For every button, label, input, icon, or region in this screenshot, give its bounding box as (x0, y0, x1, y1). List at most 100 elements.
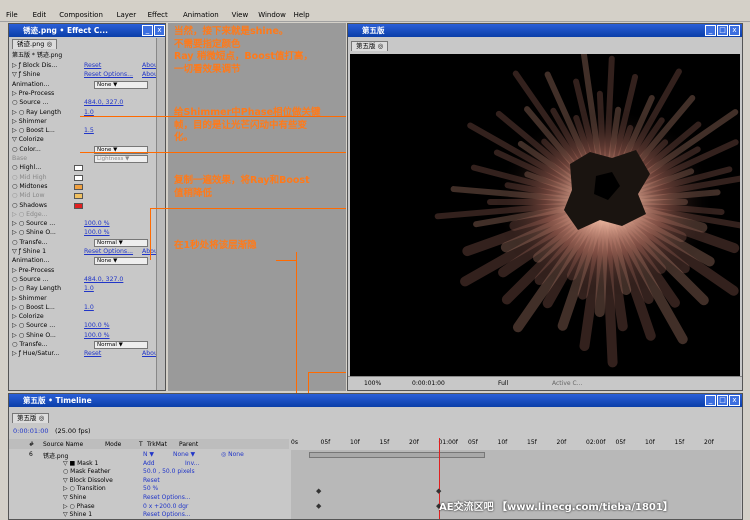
resolution-dropdown[interactable]: Full (498, 380, 508, 387)
effect-row[interactable]: ▷ Colorize (12, 313, 160, 322)
effect-row[interactable]: ○ Source ... 484.0, 327.0 (12, 99, 160, 108)
layer-parent[interactable]: ◎ None (221, 451, 244, 458)
effect-row[interactable]: ▷ ○ Shine O... 100.0 % (12, 229, 160, 238)
camera-dropdown[interactable]: Active C... (552, 380, 582, 387)
effect-row-value[interactable]: 484.0, 327.0 (84, 99, 123, 106)
effect-row[interactable]: ○ Transfe... Normal ▼ (12, 238, 160, 248)
menu-edit[interactable]: Edit (33, 11, 47, 19)
menu-window[interactable]: Window (258, 11, 286, 19)
maximize-button[interactable]: □ (717, 25, 728, 36)
property-value[interactable]: Reset (143, 477, 160, 484)
tab-effect-layer[interactable]: 锈迹.png ◎ (12, 39, 58, 49)
close-button[interactable]: x (729, 25, 740, 36)
minimize-button[interactable]: _ (705, 25, 716, 36)
effect-row[interactable]: ○ Mid High (12, 174, 160, 183)
effect-row[interactable]: ▷ Pre-Process (12, 267, 160, 276)
minimize-button[interactable]: _ (705, 395, 716, 406)
property-value[interactable]: 50.0 , 50.0 pixels (143, 468, 195, 475)
effect-row[interactable]: ○ Highl... (12, 164, 160, 173)
effect-row[interactable]: ▷ ○ Edge... (12, 211, 160, 220)
scrollbar[interactable] (156, 38, 165, 390)
menu-file[interactable]: File (6, 11, 18, 19)
effect-row-value[interactable]: 1.0 (84, 285, 94, 292)
zoom-dropdown[interactable]: 100% (364, 380, 381, 387)
mask-invert[interactable]: Inv... (185, 460, 199, 467)
effect-row-value[interactable]: Reset Options... (84, 71, 133, 78)
effect-row-value[interactable]: 1.0 (84, 109, 94, 116)
effect-row[interactable]: ○ Transfe... Normal ▼ (12, 341, 160, 350)
menu-effect[interactable]: Effect (148, 11, 168, 19)
composition-title[interactable]: 第五版 (348, 24, 742, 37)
maximize-button[interactable]: □ (717, 395, 728, 406)
effect-row-value[interactable]: Reset (84, 62, 101, 69)
effect-row[interactable]: ▷ ƒ Hue/Satur... Reset About (12, 350, 160, 359)
effect-row-value[interactable]: 100.0 % (84, 220, 110, 227)
effect-dropdown[interactable]: None ▼ (94, 80, 148, 89)
menu-help[interactable]: Help (294, 11, 310, 19)
effect-row[interactable]: ○ Color... None ▼ (12, 145, 160, 155)
menu-layer[interactable]: Layer (117, 11, 137, 19)
effect-row-value[interactable]: 100.0 % (84, 229, 110, 236)
effect-row-value[interactable]: Reset Options... (84, 248, 133, 255)
effect-dropdown[interactable]: Normal ▼ (94, 238, 148, 247)
menu-composition[interactable]: Composition (59, 11, 103, 19)
effect-row-value[interactable]: 1.5 (84, 127, 94, 134)
effect-row[interactable]: ▷ ○ Ray Length 1.0 (12, 285, 160, 294)
effect-row-value[interactable]: 1.0 (84, 304, 94, 311)
effect-row[interactable]: ▽ ƒ Shine Reset Options... About (12, 71, 160, 80)
effect-row[interactable]: ▷ ○ Source ... 100.0 % (12, 220, 160, 229)
effect-row[interactable]: ○ Midtones (12, 183, 160, 192)
color-swatch[interactable] (74, 165, 83, 172)
effect-row-value[interactable]: 100.0 % (84, 332, 110, 339)
property-value[interactable]: 0 x +200.0 dgr (143, 503, 188, 510)
keyframe-icon[interactable]: ◆ (316, 502, 321, 510)
timeline-current-time[interactable]: 0:00:01:00 (13, 427, 49, 435)
track-matte[interactable]: None ▼ (173, 451, 195, 458)
current-time[interactable]: 0:00:01:00 (412, 380, 445, 387)
effect-row[interactable]: ▷ ○ Boost L... 1.5 (12, 127, 160, 136)
effect-row-value[interactable]: 100.0 % (84, 322, 110, 329)
close-button[interactable]: x (154, 25, 165, 36)
menu-animation[interactable]: Animation (183, 11, 219, 19)
tab-timeline[interactable]: 第五版 ◎ (12, 413, 50, 423)
effect-row[interactable]: ▷ ○ Boost L... 1.0 (12, 304, 160, 313)
effect-dropdown[interactable]: Normal ▼ (94, 341, 148, 349)
color-swatch[interactable] (74, 183, 83, 190)
keyframe-icon[interactable]: ◆ (316, 487, 321, 495)
effect-row[interactable]: ○ Shadows (12, 202, 160, 211)
color-swatch[interactable] (74, 202, 83, 209)
layer-row[interactable]: ▽ Shine 1 Reset Options... (9, 510, 289, 519)
keyframe-icon[interactable]: ◆ (436, 487, 441, 495)
effect-row[interactable]: ▽ Colorize (12, 136, 160, 145)
effect-row-value[interactable]: Reset (84, 350, 101, 357)
effect-row[interactable]: ○ Source ... 484.0, 327.0 (12, 276, 160, 285)
minimize-button[interactable]: _ (142, 25, 153, 36)
tab-composition[interactable]: 第五版 ◎ (351, 41, 389, 51)
effect-row[interactable]: ▷ ○ Shine O... 100.0 % (12, 332, 160, 341)
layer-mode[interactable]: Add (143, 460, 155, 467)
effect-row[interactable]: ▷ Pre-Process (12, 90, 160, 99)
timeline-title[interactable]: 第五版 • Timeline (9, 394, 742, 407)
layer-duration-bar[interactable] (309, 452, 485, 458)
menu-view[interactable]: View (232, 11, 249, 19)
property-value[interactable]: 50 % (143, 485, 158, 492)
effect-row[interactable]: Animation... None ▼ (12, 80, 160, 90)
effect-row[interactable]: ▽ ƒ Shine 1 Reset Options... About (12, 248, 160, 257)
time-ruler[interactable]: 0s 05f 10f 15f 20f 01:00f 05f 10f 15f 20f 02:00f 05… (291, 439, 741, 449)
layer-mode[interactable]: N ▼ (143, 451, 154, 458)
effect-dropdown[interactable]: None ▼ (94, 257, 148, 266)
property-value[interactable]: Reset Options... (143, 494, 191, 501)
effect-row[interactable]: ▷ Shimmer (12, 295, 160, 304)
effect-row[interactable]: ▷ ○ Source ... 100.0 % (12, 322, 160, 331)
color-swatch[interactable] (74, 174, 83, 181)
effect-row[interactable]: ▷ ƒ Block Dis... Reset About (12, 62, 160, 71)
effect-row[interactable]: ▷ Shimmer (12, 118, 160, 127)
effect-dropdown[interactable]: Lightness ▼ (94, 155, 148, 163)
composition-viewer[interactable] (350, 54, 740, 376)
effect-row[interactable]: Base Lightness ▼ (12, 155, 160, 164)
effect-row[interactable]: Animation... None ▼ (12, 257, 160, 266)
close-button[interactable]: x (729, 395, 740, 406)
color-swatch[interactable] (74, 193, 83, 200)
effect-row-value[interactable]: 484.0, 327.0 (84, 276, 123, 283)
property-value[interactable]: Reset Options... (143, 511, 191, 518)
